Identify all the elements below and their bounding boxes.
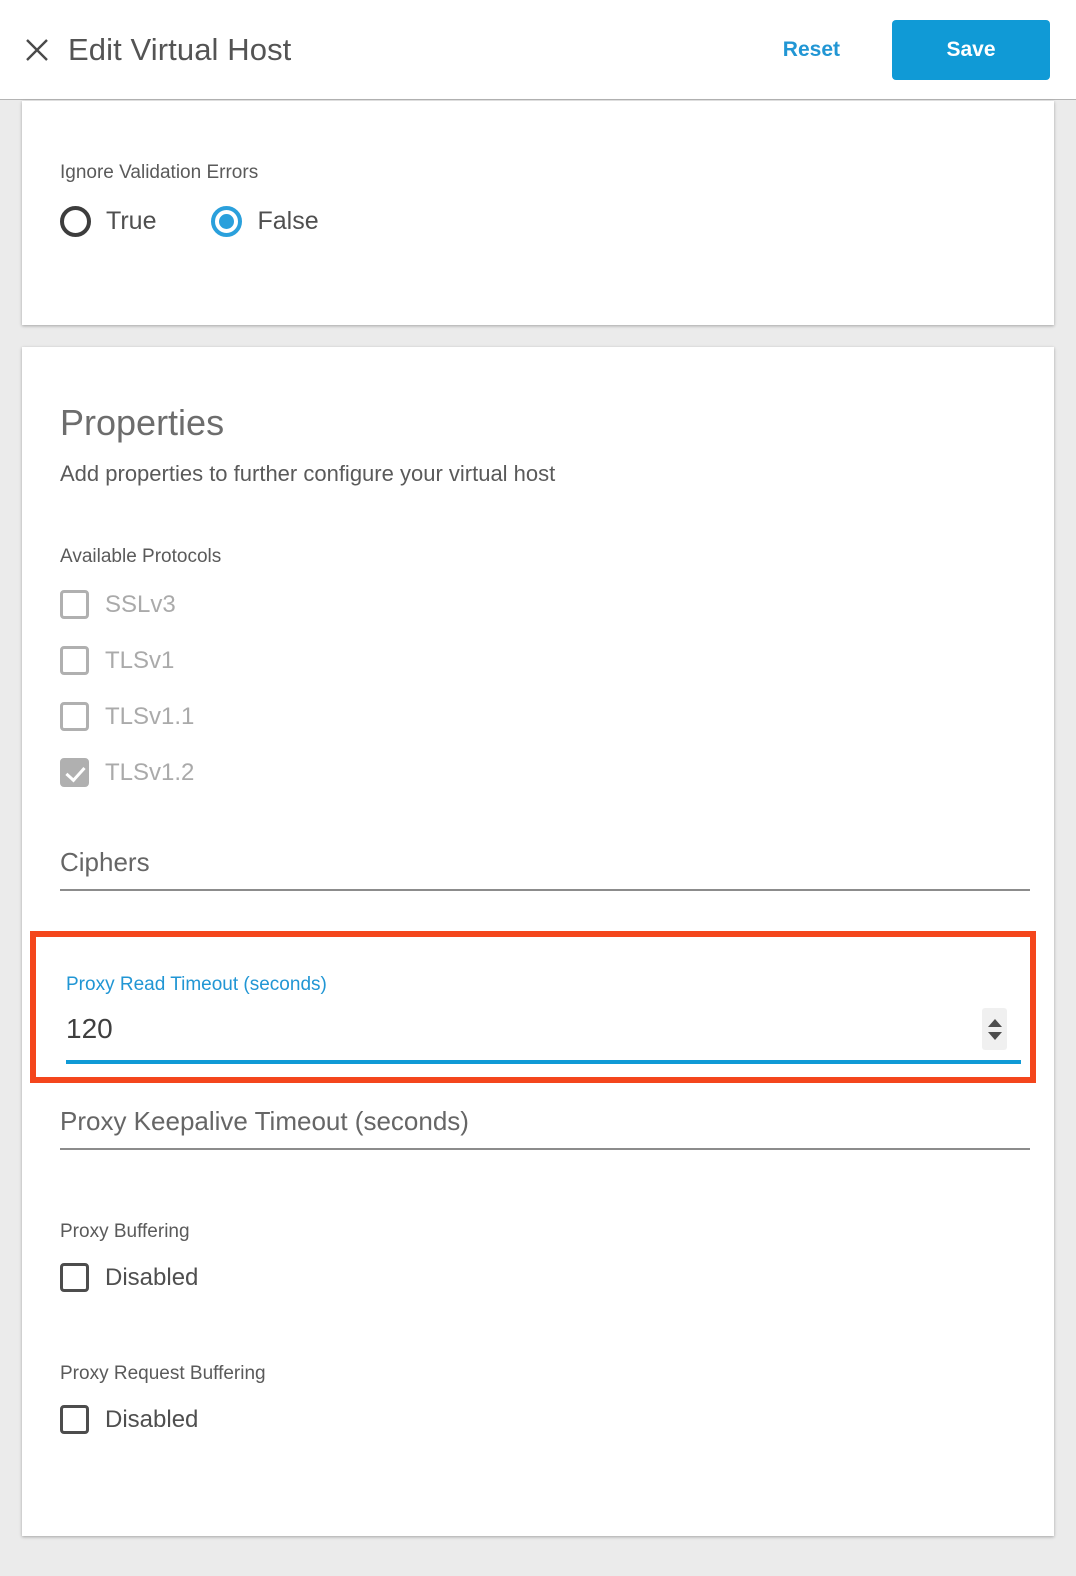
checkbox-tlsv1[interactable]: TLSv1	[60, 646, 1054, 675]
stepper-down-icon[interactable]	[987, 1031, 1002, 1040]
proxy-read-timeout-value[interactable]: 120	[66, 1015, 113, 1043]
proxy-read-timeout-field[interactable]: Proxy Read Timeout (seconds) 120	[66, 975, 1021, 1064]
validation-card: Ignore Validation Errors True False	[22, 101, 1054, 325]
checkbox-proxy-buffering[interactable]: Disabled	[60, 1263, 1054, 1292]
checkbox-sslv3[interactable]: SSLv3	[60, 590, 1054, 619]
checkbox-proxy-request-buffering[interactable]: Disabled	[60, 1405, 1054, 1434]
checkbox-tlsv1-box[interactable]	[60, 646, 89, 675]
proxy-read-timeout-highlight: Proxy Read Timeout (seconds) 120	[30, 931, 1036, 1083]
checkbox-proxy-buffering-box[interactable]	[60, 1263, 89, 1292]
ignore-validation-errors-radio-group: True False	[60, 206, 1054, 237]
ignore-validation-errors-label: Ignore Validation Errors	[60, 162, 259, 183]
available-protocols-label: Available Protocols	[60, 546, 222, 567]
ciphers-field[interactable]: Ciphers	[60, 849, 1030, 891]
number-stepper[interactable]	[982, 1008, 1007, 1050]
radio-true-label: True	[106, 207, 157, 235]
properties-card: Properties Add properties to further con…	[22, 347, 1054, 1536]
reset-button[interactable]: Reset	[783, 38, 840, 62]
radio-false-label: False	[257, 207, 319, 235]
checkbox-tlsv1-1-label: TLSv1.1	[105, 702, 195, 730]
ciphers-placeholder: Ciphers	[60, 847, 150, 877]
proxy-keepalive-timeout-field[interactable]: Proxy Keepalive Timeout (seconds)	[60, 1108, 1030, 1150]
proxy-read-timeout-valuerow: 120	[66, 1008, 1021, 1060]
proxy-request-buffering-label: Proxy Request Buffering	[60, 1363, 266, 1384]
dialog-body: Ignore Validation Errors True False Prop…	[0, 101, 1076, 1576]
radio-option-true[interactable]: True	[60, 206, 156, 237]
checkbox-proxy-request-buffering-label: Disabled	[105, 1405, 199, 1433]
proxy-read-timeout-underline	[66, 1060, 1021, 1064]
checkbox-tlsv1-2[interactable]: TLSv1.2	[60, 758, 1054, 787]
proxy-buffering-label: Proxy Buffering	[60, 1221, 190, 1242]
proxy-keepalive-timeout-placeholder: Proxy Keepalive Timeout (seconds)	[60, 1106, 469, 1136]
checkbox-tlsv1-1[interactable]: TLSv1.1	[60, 702, 1054, 731]
checkbox-tlsv1-2-box[interactable]	[60, 758, 89, 787]
radio-false-indicator[interactable]	[211, 206, 243, 237]
checkbox-proxy-buffering-label: Disabled	[105, 1263, 199, 1291]
stepper-up-icon[interactable]	[987, 1018, 1002, 1027]
available-protocols-group: SSLv3 TLSv1 TLSv1.1 TLSv1.2	[60, 590, 1054, 787]
properties-subtitle: Add properties to further configure your…	[60, 461, 556, 486]
checkbox-tlsv1-label: TLSv1	[105, 646, 175, 674]
checkbox-proxy-request-buffering-box[interactable]	[60, 1405, 89, 1434]
radio-option-false[interactable]: False	[211, 206, 319, 237]
dialog-header: Edit Virtual Host Reset Save	[0, 0, 1076, 100]
ciphers-underline	[60, 889, 1030, 891]
page-title: Edit Virtual Host	[68, 31, 292, 67]
proxy-keepalive-timeout-underline	[60, 1148, 1030, 1150]
radio-true-indicator[interactable]	[60, 206, 91, 237]
checkbox-tlsv1-1-box[interactable]	[60, 702, 89, 731]
checkbox-tlsv1-2-label: TLSv1.2	[105, 758, 195, 786]
checkbox-sslv3-label: SSLv3	[105, 590, 176, 618]
close-icon[interactable]	[22, 35, 52, 65]
checkbox-sslv3-box[interactable]	[60, 590, 89, 619]
proxy-read-timeout-label: Proxy Read Timeout (seconds)	[66, 974, 327, 995]
properties-heading: Properties	[60, 402, 225, 443]
save-button[interactable]: Save	[892, 19, 1050, 80]
